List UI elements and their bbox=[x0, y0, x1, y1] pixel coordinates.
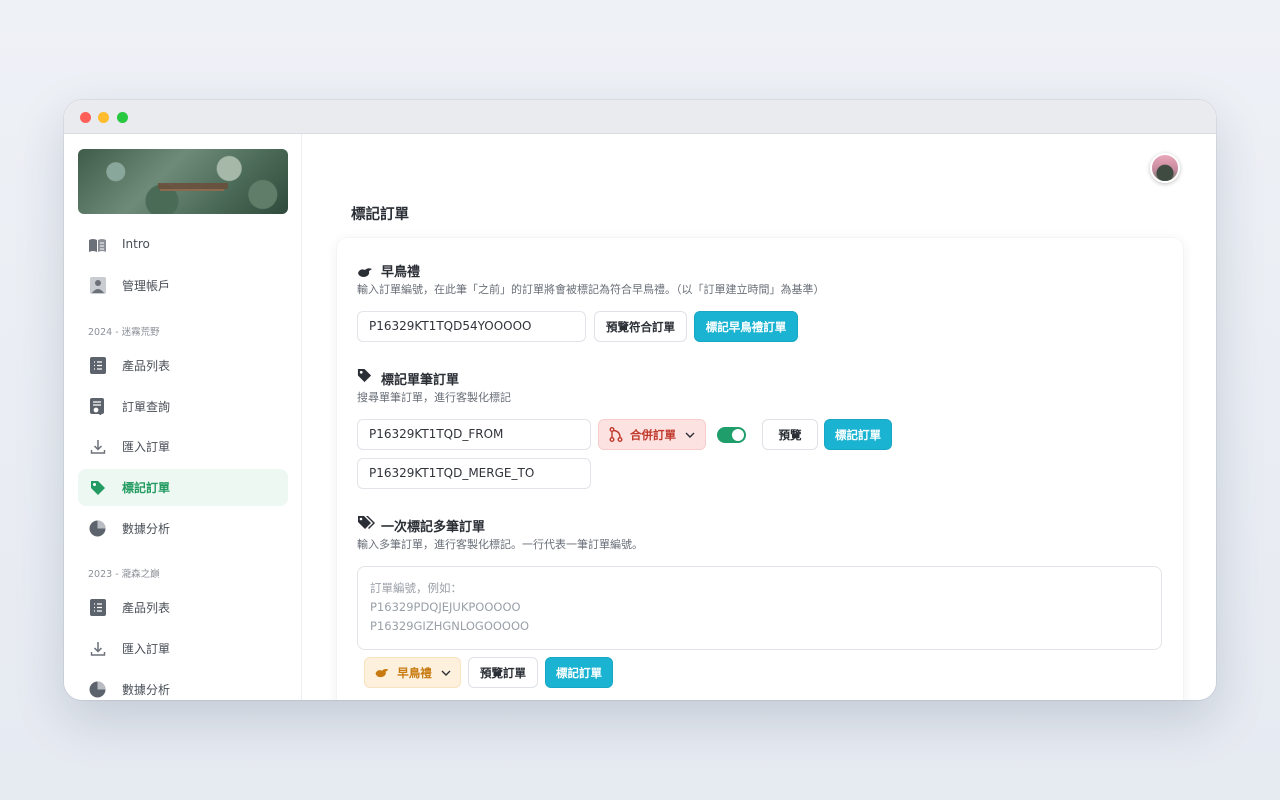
sidebar-item-import[interactable]: 匯入訂單 bbox=[78, 428, 288, 465]
list-icon bbox=[88, 598, 107, 617]
multi-order-title: 一次標記多筆訂單 bbox=[381, 520, 486, 535]
section-label-2023: 2023 - 瀧森之巔 bbox=[88, 569, 160, 580]
multi-order-description: 輸入多筆訂單，進行客製化標記。一行代表一筆訂單編號。 bbox=[357, 538, 643, 551]
search-document-icon bbox=[88, 397, 107, 416]
merge-to-order-input[interactable]: P16329KT1TQD_MERGE_TO bbox=[357, 458, 591, 489]
early-bird-dropdown-label: 早鳥禮 bbox=[397, 665, 432, 680]
sidebar-item-account[interactable]: 管理帳戶 bbox=[78, 267, 288, 304]
book-icon bbox=[88, 236, 107, 255]
sidebar-item-label: 管理帳戶 bbox=[122, 279, 171, 293]
multi-order-textarea[interactable]: 訂單編號，例如： P16329PDQJEJUKPOOOOO P16329GIZH… bbox=[357, 566, 1162, 650]
sidebar-item-label: 匯入訂單 bbox=[122, 440, 171, 454]
sidebar-item-label: Intro bbox=[122, 237, 150, 251]
sidebar-item-label: 標記訂單 bbox=[122, 481, 171, 495]
early-bird-dropdown[interactable]: 早鳥禮 bbox=[364, 657, 461, 688]
main-content: 標記訂單 早鳥禮 輸入訂單編號，在此筆「之前」的訂單將會被標記為符合早鳥禮。（以… bbox=[303, 134, 1216, 700]
bird-icon bbox=[374, 667, 390, 679]
sidebar-item-analytics[interactable]: 數據分析 bbox=[78, 510, 288, 547]
preview-orders-button[interactable]: 預覽訂單 bbox=[468, 657, 538, 688]
tag-icon bbox=[88, 478, 107, 497]
close-window-button[interactable] bbox=[80, 112, 91, 123]
app-window: Intro 管理帳戶 2024 - 迷霧荒野 產品列表 訂單查詢 匯入訂單 標記… bbox=[64, 100, 1216, 700]
page-title: 標記訂單 bbox=[351, 207, 409, 223]
sidebar-item-label: 數據分析 bbox=[122, 522, 171, 536]
sidebar-item-label: 產品列表 bbox=[122, 359, 171, 373]
merge-toggle[interactable] bbox=[717, 427, 746, 443]
single-order-description: 搜尋單筆訂單，進行客製化標記 bbox=[357, 391, 511, 404]
sidebar-item-label: 匯入訂單 bbox=[122, 642, 171, 656]
section-label-2024: 2024 - 迷霧荒野 bbox=[88, 327, 160, 338]
pie-chart-icon bbox=[88, 519, 107, 538]
merge-order-label: 合併訂單 bbox=[630, 427, 676, 442]
sidebar-item-products[interactable]: 產品列表 bbox=[78, 347, 288, 384]
sidebar-item-order-search[interactable]: 訂單查詢 bbox=[78, 388, 288, 425]
sidebar-item-label: 訂單查詢 bbox=[122, 400, 171, 414]
tags-icon bbox=[357, 515, 375, 531]
chevron-down-icon bbox=[441, 670, 451, 676]
sidebar-item-label: 數據分析 bbox=[122, 683, 171, 697]
bird-icon bbox=[357, 264, 373, 280]
sidebar-banner-image bbox=[78, 149, 288, 214]
single-order-title: 標記單筆訂單 bbox=[381, 373, 460, 388]
merge-order-dropdown[interactable]: 合併訂單 bbox=[598, 419, 706, 450]
early-bird-order-input[interactable]: P16329KT1TQD54YOOOOO bbox=[357, 311, 586, 342]
download-icon bbox=[88, 639, 107, 658]
mark-early-bird-button[interactable]: 標記早鳥禮訂單 bbox=[694, 311, 798, 342]
chevron-down-icon bbox=[685, 432, 695, 438]
pie-chart-icon bbox=[88, 680, 107, 699]
list-icon bbox=[88, 356, 107, 375]
preview-button[interactable]: 預覽 bbox=[762, 419, 818, 450]
sidebar-item-mark-orders[interactable]: 標記訂單 bbox=[78, 469, 288, 506]
mark-orders-button[interactable]: 標記訂單 bbox=[545, 657, 613, 688]
mark-orders-card: 早鳥禮 輸入訂單編號，在此筆「之前」的訂單將會被標記為符合早鳥禮。（以「訂單建立… bbox=[337, 238, 1183, 700]
avatar[interactable] bbox=[1150, 153, 1180, 183]
maximize-window-button[interactable] bbox=[117, 112, 128, 123]
tag-icon bbox=[357, 368, 373, 384]
minimize-window-button[interactable] bbox=[98, 112, 109, 123]
user-icon bbox=[88, 276, 107, 295]
download-icon bbox=[88, 437, 107, 456]
sidebar-item-products-2023[interactable]: 產品列表 bbox=[78, 589, 288, 626]
sidebar: Intro 管理帳戶 2024 - 迷霧荒野 產品列表 訂單查詢 匯入訂單 標記… bbox=[64, 134, 302, 700]
git-merge-icon bbox=[609, 427, 623, 442]
sidebar-item-analytics-2023[interactable]: 數據分析 bbox=[78, 671, 288, 700]
sidebar-item-import-2023[interactable]: 匯入訂單 bbox=[78, 630, 288, 667]
sidebar-item-label: 產品列表 bbox=[122, 601, 171, 615]
sidebar-item-intro[interactable]: Intro bbox=[78, 227, 288, 264]
early-bird-description: 輸入訂單編號，在此筆「之前」的訂單將會被標記為符合早鳥禮。（以「訂單建立時間」為… bbox=[357, 283, 825, 296]
early-bird-title: 早鳥禮 bbox=[381, 265, 421, 280]
from-order-input[interactable]: P16329KT1TQD_FROM bbox=[357, 419, 591, 450]
mark-order-button[interactable]: 標記訂單 bbox=[824, 419, 892, 450]
preview-matching-orders-button[interactable]: 預覽符合訂單 bbox=[594, 311, 687, 342]
title-bar bbox=[64, 100, 1216, 134]
